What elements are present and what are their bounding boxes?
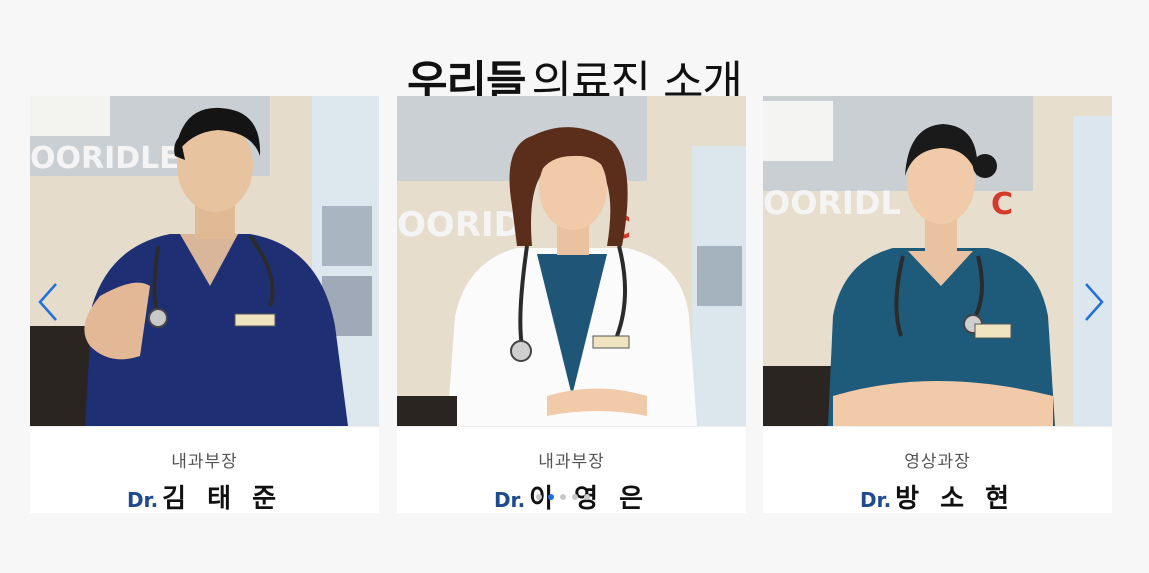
doctor-photo: OORIDL C xyxy=(763,96,1112,426)
doctor-photo-illustration: OORIDLE xyxy=(30,96,379,426)
svg-text:OORIDLE: OORIDLE xyxy=(30,141,180,176)
pagination-dot[interactable] xyxy=(560,494,566,500)
doctor-name-row: Dr. 방 소 현 xyxy=(763,478,1112,513)
doctor-prefix: Dr. xyxy=(859,488,892,512)
doctor-photo: OORID C xyxy=(397,96,746,426)
doctor-photo-illustration: OORIDL C xyxy=(763,96,1112,426)
pagination-dot[interactable] xyxy=(584,494,590,500)
svg-text:OORIDL: OORIDL xyxy=(763,184,901,222)
doctor-name: 방 소 현 xyxy=(895,484,1016,513)
doctor-title: 내과부장 xyxy=(538,452,605,472)
chevron-left-icon xyxy=(38,283,57,321)
pagination-dot-active[interactable] xyxy=(548,494,554,500)
doctor-info: 영상과장 Dr. 방 소 현 xyxy=(763,426,1112,513)
doctor-info: 내과부장 Dr. 김 태 준 xyxy=(30,426,379,513)
doctor-title: 영상과장 xyxy=(904,452,971,472)
carousel-next-button[interactable] xyxy=(1078,280,1108,324)
pagination-dot[interactable] xyxy=(572,494,578,500)
doctor-card[interactable]: OORID C 내과부장 Dr.이 영 은 xyxy=(397,96,746,513)
doctor-prefix: Dr. xyxy=(493,488,526,512)
chevron-right-icon xyxy=(1085,283,1104,321)
doctor-card[interactable]: OORIDLE 내과부장 Dr. 김 태 준 xyxy=(30,96,379,513)
carousel-pagination xyxy=(536,494,590,500)
carousel-prev-button[interactable] xyxy=(34,280,64,324)
doctor-name-row: Dr. 김 태 준 xyxy=(30,478,379,513)
doctor-card[interactable]: OORIDL C 영상과장 Dr. 방 소 현 xyxy=(763,96,1112,513)
doctor-prefix: Dr. xyxy=(126,488,159,512)
doctor-photo: OORIDLE xyxy=(30,96,379,426)
svg-text:C: C xyxy=(991,187,1013,222)
svg-text:OORID: OORID xyxy=(397,205,522,245)
pagination-dot[interactable] xyxy=(536,494,542,500)
doctor-title: 내과부장 xyxy=(171,452,238,472)
doctor-name: 김 태 준 xyxy=(162,484,283,513)
doctor-photo-illustration: OORID C xyxy=(397,96,746,426)
